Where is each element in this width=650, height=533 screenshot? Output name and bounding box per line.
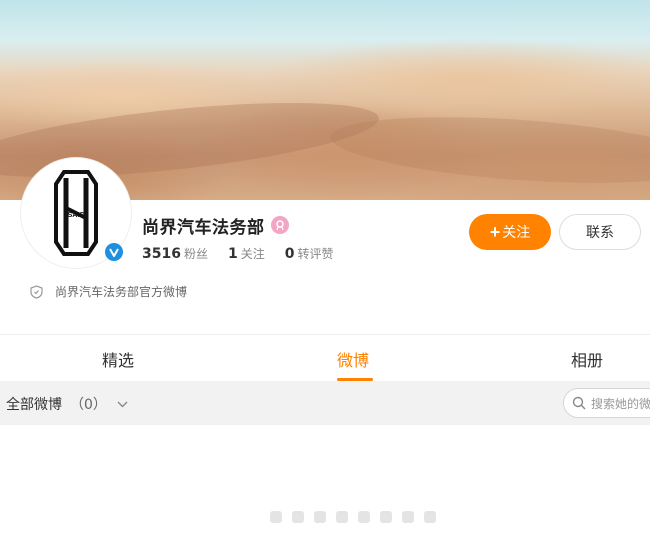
filter-bar: 全部微博 （0） 搜索她的微博 [0, 381, 650, 425]
search-icon [572, 396, 586, 410]
search-placeholder: 搜索她的微博 [591, 396, 650, 411]
saic-logo: SAIC [54, 170, 98, 256]
profile-stats: 3516 粉丝 1 关注 0 转评赞 [142, 245, 354, 262]
profile-name-row: 尚界汽车法务部 [142, 213, 289, 238]
filter-label: 全部微博 [6, 397, 62, 413]
stat-fans-label: 粉丝 [183, 247, 208, 261]
tab-weibo[interactable]: 微博 [337, 347, 369, 371]
stat-interactions: 0 转评赞 [285, 245, 334, 262]
description-text: 尚界汽车法务部官方微博 [55, 285, 188, 299]
tab-album[interactable]: 相册 [571, 347, 603, 371]
verified-badge-icon [104, 242, 124, 262]
chevron-down-icon [117, 401, 128, 408]
loading-indicator [270, 511, 436, 523]
contact-button[interactable]: 联系 [559, 214, 641, 250]
stat-interactions-value: 0 [284, 246, 295, 262]
profile-tabs: 精选 微博 相册 [0, 334, 650, 381]
plus-icon: + [489, 222, 501, 242]
follow-button[interactable]: + 关注 [469, 214, 551, 250]
follow-button-label: 关注 [502, 224, 531, 240]
profile-name: 尚界汽车法务部 [142, 217, 265, 238]
filter-dropdown[interactable]: 全部微博 （0） [6, 394, 128, 414]
vip-icon[interactable] [270, 216, 289, 234]
svg-text:SAIC: SAIC [68, 212, 85, 219]
stat-following-value: 1 [227, 246, 238, 262]
shield-icon [30, 284, 43, 299]
tab-featured[interactable]: 精选 [102, 347, 134, 371]
profile-description: 尚界汽车法务部官方微博 [30, 283, 187, 300]
stat-following[interactable]: 1 关注 [228, 245, 265, 262]
stat-following-label: 关注 [240, 247, 265, 261]
stat-interactions-label: 转评赞 [297, 247, 334, 261]
stat-fans[interactable]: 3516 粉丝 [142, 245, 208, 262]
filter-count: （0） [70, 397, 107, 413]
stat-fans-value: 3516 [142, 246, 181, 262]
contact-button-label: 联系 [586, 224, 614, 240]
feed-area [0, 425, 650, 533]
search-input[interactable]: 搜索她的微博 [563, 388, 650, 418]
